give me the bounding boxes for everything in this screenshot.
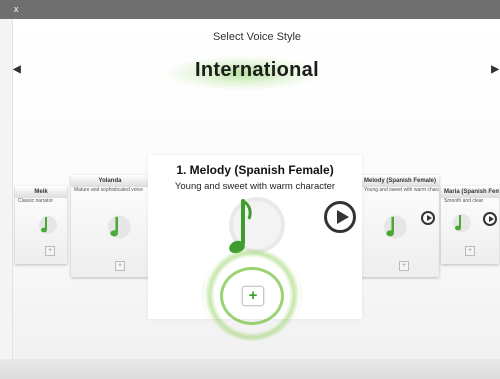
voice-card-title: Meik	[15, 186, 67, 198]
selected-voice-title: 1. Melody (Spanish Female)	[176, 163, 334, 177]
voice-style-carousel: Select Voice Style International ◀ ▶ Mei…	[12, 19, 500, 359]
selected-voice-description: Young and sweet with warm character	[174, 181, 336, 192]
voice-card-title: Yolanda	[71, 175, 149, 187]
close-icon[interactable]: x	[14, 4, 19, 14]
voice-card-subtitle: Classic narrator	[18, 198, 54, 204]
music-note-icon	[37, 214, 57, 236]
voice-card-subtitle: Smooth and clear	[444, 198, 484, 204]
next-category-arrow-icon[interactable]: ▶	[491, 64, 499, 75]
add-voice-button[interactable]: +	[45, 246, 55, 256]
voice-card-far-left[interactable]: Meik Classic narrator +	[15, 186, 67, 264]
voice-card-subtitle: Mature and sophisticated voice	[74, 187, 143, 193]
voice-card-subtitle: Young and sweet with warm character	[364, 187, 439, 193]
add-voice-button[interactable]: +	[399, 261, 409, 271]
play-icon[interactable]	[483, 212, 497, 226]
selected-voice-card[interactable]: 1. Melody (Spanish Female) Young and swe…	[148, 155, 362, 341]
add-voice-button[interactable]: +	[465, 246, 475, 256]
voice-card-title: Maria (Spanish Female)	[441, 186, 499, 198]
add-voice-button[interactable]: +	[242, 286, 264, 306]
voice-card-left[interactable]: Yolanda Mature and sophisticated voice +	[71, 175, 149, 277]
voice-card-far-right[interactable]: Maria (Spanish Female) Smooth and clear …	[441, 186, 499, 264]
window-titlebar: x	[0, 0, 500, 19]
add-voice-button[interactable]: +	[115, 261, 125, 271]
prev-category-arrow-icon[interactable]: ◀	[13, 64, 21, 75]
music-note-icon	[105, 213, 131, 241]
music-note-icon	[381, 213, 407, 241]
voice-card-right[interactable]: Melody (Spanish Female) Young and sweet …	[361, 175, 439, 277]
category-title: International	[195, 59, 319, 81]
select-voice-style-label: Select Voice Style	[212, 31, 302, 43]
panel-footer	[0, 359, 500, 379]
plus-icon: +	[248, 287, 258, 304]
voice-card-title: Melody (Spanish Female)	[361, 175, 439, 187]
play-icon[interactable]	[324, 201, 356, 233]
music-note-icon	[451, 212, 471, 234]
play-icon[interactable]	[421, 211, 435, 225]
